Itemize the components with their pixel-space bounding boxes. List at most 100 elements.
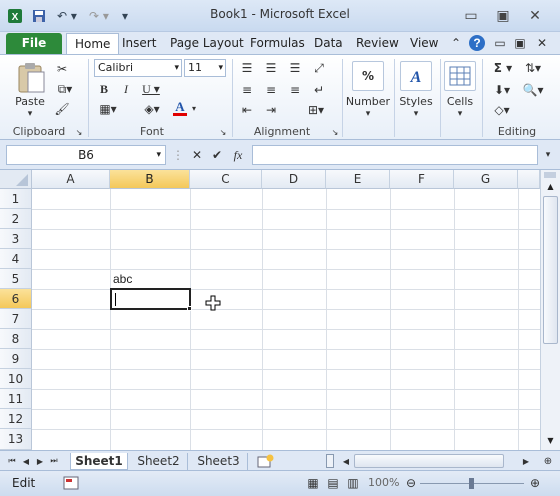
- percent-icon[interactable]: %: [352, 61, 384, 91]
- row-header[interactable]: 6: [0, 289, 32, 309]
- fill-icon[interactable]: ⬇▾: [488, 81, 516, 99]
- expand-formula-bar-icon[interactable]: ▾: [540, 146, 556, 164]
- underline-icon[interactable]: U ▾: [140, 81, 162, 97]
- tab-formulas[interactable]: Formulas: [242, 33, 313, 54]
- italic-icon[interactable]: I: [118, 81, 134, 97]
- column-header-partial[interactable]: [518, 170, 540, 189]
- column-header-f[interactable]: F: [390, 170, 454, 189]
- column-header-b[interactable]: B: [110, 170, 190, 189]
- cells-dropdown-icon[interactable]: ▾: [454, 109, 466, 119]
- zoom-in-icon[interactable]: ⊕: [528, 475, 542, 491]
- column-header-g[interactable]: G: [454, 170, 518, 189]
- fill-handle[interactable]: [187, 306, 192, 311]
- name-box[interactable]: B6 ▾: [6, 145, 166, 165]
- tab-data[interactable]: Data: [306, 33, 351, 54]
- enter-icon[interactable]: ✔: [208, 146, 226, 164]
- minimize-button[interactable]: ▭: [458, 6, 484, 26]
- align-top-icon[interactable]: ☰: [238, 61, 256, 75]
- cancel-entry-icon[interactable]: ✕: [188, 146, 206, 164]
- insert-sheet-icon[interactable]: [254, 453, 278, 469]
- last-sheet-icon[interactable]: ⏭: [48, 453, 60, 469]
- bold-icon[interactable]: B: [96, 81, 112, 97]
- number-label[interactable]: Number: [344, 95, 392, 108]
- wrap-text-icon[interactable]: ↵: [310, 83, 328, 97]
- resize-handle-icon[interactable]: ⋮: [172, 146, 184, 164]
- zoom-level[interactable]: 100%: [368, 476, 399, 489]
- format-painter-icon[interactable]: 🖌: [54, 101, 70, 117]
- row-header[interactable]: 1: [0, 189, 32, 209]
- row-header[interactable]: 4: [0, 249, 32, 269]
- page-layout-view-icon[interactable]: ▤: [324, 475, 342, 491]
- paste-label[interactable]: Paste: [10, 95, 50, 108]
- worksheet-grid[interactable]: A B C D E F G 1 2 3 4 5 6 7 8 9 10 11 12…: [0, 170, 540, 450]
- workbook-close-icon[interactable]: ✕: [534, 35, 550, 51]
- align-right-icon[interactable]: ≡: [286, 83, 304, 97]
- sheet-tab-2[interactable]: Sheet2: [130, 453, 188, 470]
- decrease-indent-icon[interactable]: ⇤: [238, 103, 256, 117]
- row-header[interactable]: 2: [0, 209, 32, 229]
- fill-color-icon[interactable]: ◈▾: [140, 101, 164, 117]
- scroll-left-icon[interactable]: ◀: [340, 453, 352, 469]
- copy-icon[interactable]: ⧉▾: [54, 81, 76, 97]
- row-header[interactable]: 12: [0, 409, 32, 429]
- cut-icon[interactable]: ✂: [54, 61, 70, 77]
- zoom-slider-thumb[interactable]: [469, 478, 474, 489]
- tab-view[interactable]: View: [402, 33, 446, 54]
- scroll-thumb[interactable]: [543, 196, 558, 344]
- cells-icon[interactable]: [444, 61, 476, 91]
- row-header[interactable]: 10: [0, 369, 32, 389]
- page-break-view-icon[interactable]: ▥: [344, 475, 362, 491]
- alignment-launcher-icon[interactable]: ↘: [330, 127, 340, 137]
- cell-b5[interactable]: abc: [113, 271, 189, 288]
- align-left-icon[interactable]: ≡: [238, 83, 256, 97]
- tab-insert[interactable]: Insert: [114, 33, 164, 54]
- clipboard-launcher-icon[interactable]: ↘: [74, 127, 84, 137]
- borders-icon[interactable]: ▦▾: [96, 101, 120, 117]
- macro-record-icon[interactable]: [62, 475, 80, 491]
- font-name-select[interactable]: Calibri ▾: [94, 59, 182, 77]
- sheet-tab-1[interactable]: Sheet1: [70, 453, 128, 470]
- row-header[interactable]: 13: [0, 429, 32, 450]
- sort-filter-icon[interactable]: ⇅▾: [520, 59, 546, 77]
- align-middle-icon[interactable]: ☰: [262, 61, 280, 75]
- expand-icon[interactable]: ⊕: [540, 453, 556, 469]
- tab-split-handle[interactable]: [326, 454, 334, 468]
- styles-icon[interactable]: A: [400, 61, 432, 91]
- column-header-c[interactable]: C: [190, 170, 262, 189]
- font-size-select[interactable]: 11 ▾: [184, 59, 226, 77]
- row-header[interactable]: 11: [0, 389, 32, 409]
- tab-home[interactable]: Home: [66, 33, 120, 54]
- prev-sheet-icon[interactable]: ◀: [20, 453, 32, 469]
- tab-review[interactable]: Review: [348, 33, 407, 54]
- increase-indent-icon[interactable]: ⇥: [262, 103, 280, 117]
- merge-center-icon[interactable]: ⊞▾: [304, 103, 328, 117]
- column-header-e[interactable]: E: [326, 170, 390, 189]
- cells-label[interactable]: Cells: [440, 95, 480, 108]
- scroll-right-icon[interactable]: ▶: [520, 453, 532, 469]
- column-header-d[interactable]: D: [262, 170, 326, 189]
- split-box[interactable]: [544, 172, 556, 178]
- select-all-button[interactable]: [0, 170, 32, 189]
- formula-input[interactable]: [252, 145, 538, 165]
- align-bottom-icon[interactable]: ☰: [286, 61, 304, 75]
- horizontal-scroll-thumb[interactable]: [354, 454, 504, 468]
- paste-dropdown-icon[interactable]: ▾: [24, 109, 36, 119]
- align-center-icon[interactable]: ≡: [262, 83, 280, 97]
- tab-page-layout[interactable]: Page Layout: [162, 33, 252, 54]
- first-sheet-icon[interactable]: ⏮: [6, 453, 18, 469]
- close-button[interactable]: ✕: [522, 6, 548, 26]
- column-header-a[interactable]: A: [32, 170, 110, 189]
- font-color-icon[interactable]: A ▾: [172, 99, 200, 119]
- help-icon[interactable]: ?: [468, 34, 486, 52]
- scroll-down-icon[interactable]: ▼: [543, 434, 558, 448]
- clear-icon[interactable]: ◇▾: [488, 101, 516, 119]
- styles-label[interactable]: Styles: [394, 95, 438, 108]
- row-header[interactable]: 5: [0, 269, 32, 289]
- row-header[interactable]: 8: [0, 329, 32, 349]
- minimize-ribbon-icon[interactable]: ⌃: [448, 35, 464, 51]
- normal-view-icon[interactable]: ▦: [304, 475, 322, 491]
- row-header[interactable]: 7: [0, 309, 32, 329]
- row-header[interactable]: 3: [0, 229, 32, 249]
- orientation-icon[interactable]: ⤢: [310, 61, 328, 75]
- autosum-icon[interactable]: Σ ▾: [488, 59, 518, 77]
